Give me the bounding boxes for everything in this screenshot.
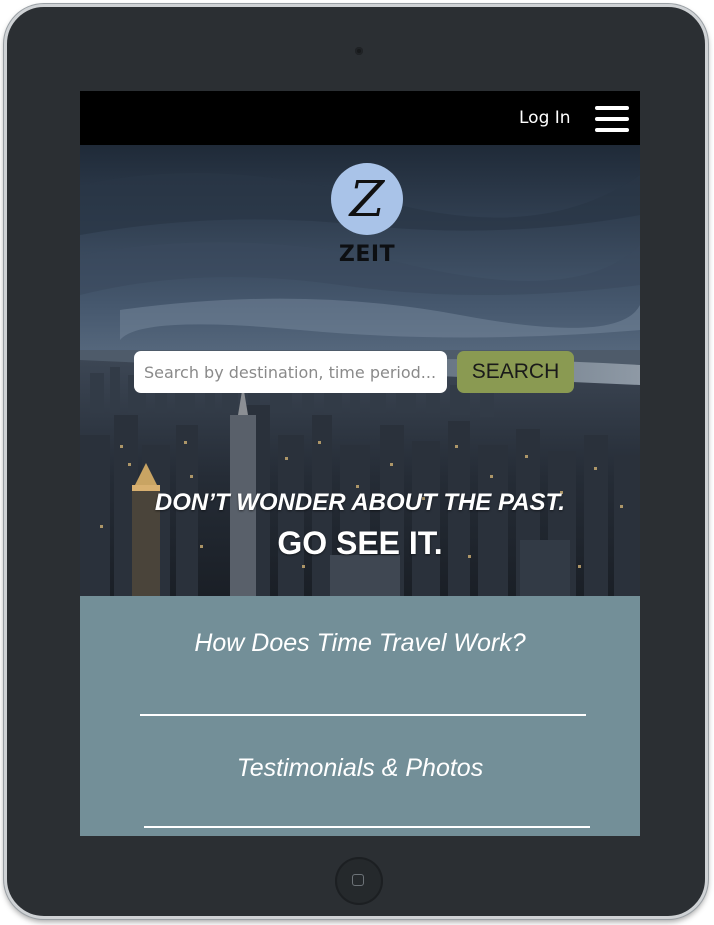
zeit-logo[interactable]: Z xyxy=(331,163,403,235)
hero-tagline-primary: DON’T WONDER ABOUT THE PAST. xyxy=(154,489,566,516)
divider xyxy=(140,714,586,716)
nav-link-how-it-works[interactable]: How Does Time Travel Work? xyxy=(80,629,640,658)
top-navigation-bar: Log In xyxy=(80,91,640,145)
login-link[interactable]: Log In xyxy=(519,108,571,128)
tablet-frame: Z ZEIT SEARCH DON’T WONDER ABOUT THE PAS… xyxy=(4,4,708,919)
app-screen: Z ZEIT SEARCH DON’T WONDER ABOUT THE PAS… xyxy=(80,91,640,836)
divider xyxy=(144,826,590,828)
hamburger-menu-icon[interactable] xyxy=(595,106,629,132)
camera-icon xyxy=(355,47,363,55)
home-button[interactable] xyxy=(335,857,383,905)
search-input[interactable] xyxy=(134,351,447,393)
hero-tagline-secondary: GO SEE IT. xyxy=(277,525,443,561)
home-square-icon xyxy=(352,874,364,886)
search-button[interactable]: SEARCH xyxy=(457,351,574,393)
hero-section: Z ZEIT SEARCH DON’T WONDER ABOUT THE PAS… xyxy=(80,145,640,596)
logo-wordmark[interactable]: ZEIT xyxy=(317,242,417,267)
nav-link-testimonials[interactable]: Testimonials & Photos xyxy=(80,754,640,783)
